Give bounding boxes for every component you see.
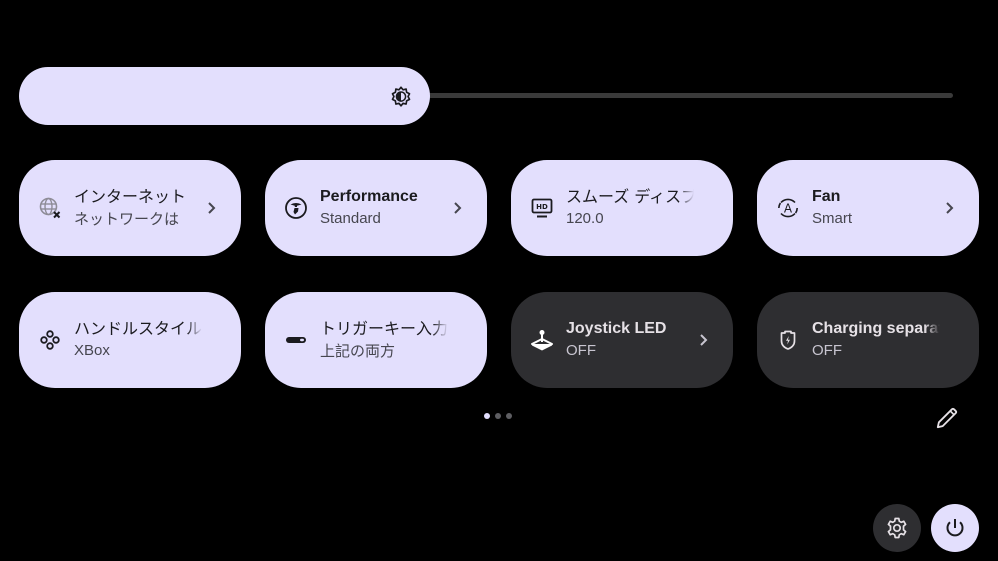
tile-label: Fan bbox=[812, 188, 841, 205]
tile-trigger-key[interactable]: トリガーキー入力 上記の両方 bbox=[265, 292, 487, 388]
fan-auto-icon: A bbox=[776, 196, 800, 220]
page-indicator bbox=[484, 413, 512, 419]
svg-text:HD: HD bbox=[536, 203, 548, 211]
tile-status: 120.0 bbox=[566, 210, 604, 227]
brightness-slider-fill[interactable] bbox=[19, 67, 430, 125]
tile-status: XBox bbox=[74, 342, 110, 359]
chevron-right-icon bbox=[454, 202, 462, 214]
trigger-key-icon bbox=[284, 328, 308, 352]
tile-performance[interactable]: Performance Standard bbox=[265, 160, 487, 256]
tile-status: Standard bbox=[320, 210, 381, 227]
battery-shield-icon bbox=[776, 328, 800, 352]
settings-button[interactable] bbox=[873, 504, 921, 552]
tile-label: Performance bbox=[320, 188, 418, 205]
tile-joystick-led[interactable]: Joystick LED OFF bbox=[511, 292, 733, 388]
tile-handle-style[interactable]: ハンドルスタイル XBox bbox=[19, 292, 241, 388]
tile-status: 上記の両方 bbox=[320, 342, 396, 360]
tile-smooth-display[interactable]: HD スムーズ ディスプ 120.0 bbox=[511, 160, 733, 256]
edit-button[interactable] bbox=[934, 405, 960, 431]
tile-label: Charging separation bbox=[812, 320, 940, 337]
gear-icon bbox=[887, 517, 907, 539]
performance-icon bbox=[284, 196, 308, 220]
page-dot[interactable] bbox=[484, 413, 490, 419]
brightness-slider[interactable] bbox=[19, 67, 953, 125]
tile-status: OFF bbox=[566, 342, 596, 359]
tile-internet[interactable]: インターネット ネットワークは bbox=[19, 160, 241, 256]
tile-label: スムーズ ディスプ bbox=[566, 187, 694, 206]
svg-text:A: A bbox=[784, 202, 793, 216]
chevron-right-icon bbox=[208, 202, 216, 214]
power-button[interactable] bbox=[931, 504, 979, 552]
chevron-right-icon bbox=[700, 334, 708, 346]
quick-settings-panel: インターネット ネットワークは Performance Standard HD bbox=[0, 0, 998, 561]
tile-status: ネットワークは bbox=[74, 210, 180, 228]
tile-label: インターネット bbox=[74, 187, 187, 206]
tile-status: OFF bbox=[812, 342, 842, 359]
hd-display-icon: HD bbox=[530, 196, 554, 220]
page-dot[interactable] bbox=[495, 413, 501, 419]
gamepad-buttons-icon bbox=[38, 328, 62, 352]
tile-fan[interactable]: A Fan Smart bbox=[757, 160, 979, 256]
tile-charging-separation[interactable]: Charging separation OFF bbox=[757, 292, 979, 388]
brightness-auto-icon bbox=[391, 86, 411, 107]
globe-off-icon bbox=[38, 196, 62, 220]
joystick-icon bbox=[530, 328, 554, 352]
power-icon bbox=[946, 519, 964, 537]
tile-label: ハンドルスタイル bbox=[74, 319, 202, 338]
tile-status: Smart bbox=[812, 210, 853, 227]
pencil-icon bbox=[936, 407, 958, 429]
tile-label: トリガーキー入力 bbox=[320, 319, 448, 338]
page-dot[interactable] bbox=[506, 413, 512, 419]
chevron-right-icon bbox=[946, 202, 954, 214]
tile-label: Joystick LED bbox=[566, 320, 667, 337]
